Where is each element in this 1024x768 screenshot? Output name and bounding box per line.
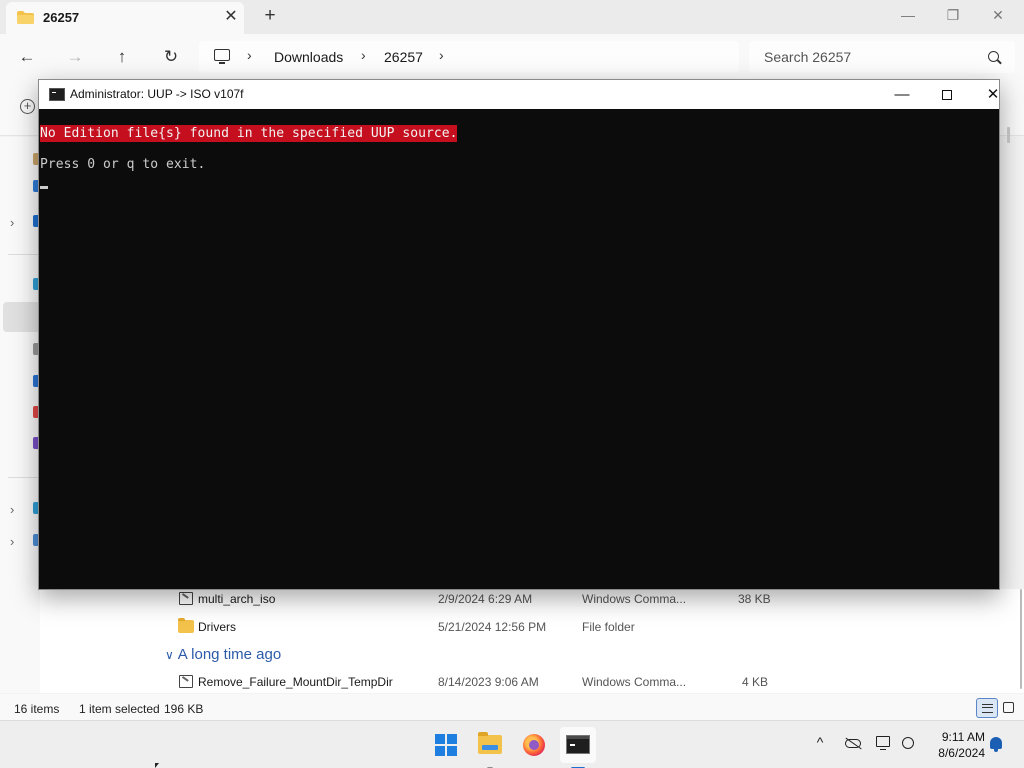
taskbar-file-explorer[interactable] [472,727,508,768]
search-icon[interactable] [988,51,999,62]
file-date: 2/9/2024 6:29 AM [438,592,533,606]
search-input[interactable]: Search 26257 [749,41,1015,73]
file-type: Windows Comma... [582,592,687,606]
address-bar-row: ← → ↑ ↻ › Downloads › 26257 › Search 262… [0,34,1024,80]
error-message: No Edition file{s} found in the specifie… [40,125,458,142]
folder-icon [178,618,194,633]
exit-prompt: Press 0 or q to exit. [40,157,206,172]
back-button[interactable]: ← [14,45,40,69]
cmd-close-button[interactable]: ✕ [978,82,1008,107]
cmd-window[interactable]: Administrator: UUP -> ISO v107f — ✕ No E… [38,79,1010,590]
breadcrumb-chevron-icon[interactable]: › [361,47,366,63]
breadcrumb-downloads[interactable]: Downloads [274,49,343,65]
cmd-file-icon [179,675,193,688]
details-view-button[interactable] [976,698,998,718]
status-bar: 16 items 1 item selected 196 KB [0,694,1024,720]
taskbar: ^ 9:11 AM 8/6/2024 [0,720,1024,768]
maximize-button[interactable]: ❐ [935,3,971,27]
cmd-scrollbar[interactable] [1007,127,1010,143]
breadcrumb[interactable]: › Downloads › 26257 › [199,41,739,73]
file-date: 8/14/2023 9:06 AM [438,675,539,689]
file-name[interactable]: Drivers [198,620,236,634]
file-name[interactable]: multi_arch_iso [198,592,275,606]
expand-chevron-icon[interactable]: › [10,534,14,549]
table-row[interactable]: multi_arch_iso 2/9/2024 6:29 AM Windows … [40,587,1024,613]
file-date: 5/21/2024 12:56 PM [438,620,547,634]
file-type: Windows Comma... [582,675,687,689]
onedrive-offline-icon[interactable] [845,739,861,748]
expand-chevron-icon[interactable]: › [10,502,14,517]
clock-date: 8/6/2024 [938,746,985,760]
file-size: 4 KB [741,675,768,689]
group-header-label: A long time ago [177,646,282,663]
taskbar-terminal[interactable] [560,727,596,768]
taskbar-firefox[interactable] [516,727,552,763]
selection-size: 196 KB [164,702,204,716]
volume-icon[interactable] [902,737,914,749]
file-type: File folder [582,620,635,634]
close-tab-icon[interactable]: ✕ [221,7,241,27]
clock[interactable]: 9:11 AM 8/6/2024 [925,729,985,761]
cmd-file-icon [179,592,193,605]
sidebar-divider [8,254,38,255]
up-button[interactable]: ↑ [109,45,135,69]
tiles-view-button[interactable] [998,698,1020,718]
terminal-icon [566,735,590,754]
breadcrumb-chevron-icon[interactable]: › [247,47,252,63]
desktop: 26257 ✕ + — ❐ ✕ ← → ↑ ↻ › Downloads › 26… [0,0,1024,768]
cmd-title-bar[interactable]: Administrator: UUP -> ISO v107f — ✕ [39,80,999,109]
file-explorer-icon [478,732,502,754]
selection-count: 1 item selected [79,702,160,716]
show-hidden-icons-chevron-icon[interactable]: ^ [811,734,829,752]
tiles-view-icon [1003,702,1014,713]
clock-time: 9:11 AM [941,730,985,744]
file-list: multi_arch_iso 2/9/2024 6:29 AM Windows … [40,589,1024,693]
new-tab-button[interactable]: + [260,6,280,26]
search-placeholder: Search 26257 [764,49,852,65]
expand-chevron-icon[interactable]: › [10,215,14,230]
new-item-icon[interactable]: + [20,99,35,114]
start-button[interactable] [428,727,464,763]
start-icon [435,734,457,756]
table-row[interactable]: Remove_Failure_MountDir_TempDir 8/14/202… [40,670,1024,696]
vertical-scrollbar[interactable] [1020,589,1022,689]
explorer-tab-bar: 26257 ✕ + — ❐ ✕ [0,0,1024,34]
cmd-app-icon [49,88,65,101]
maximize-icon [942,90,952,100]
item-count: 16 items [14,702,60,716]
cmd-window-title: Administrator: UUP -> ISO v107f [70,87,244,101]
sidebar-divider [8,477,38,478]
breadcrumb-chevron-icon[interactable]: › [439,47,444,63]
refresh-button[interactable]: ↻ [158,45,184,69]
table-row[interactable]: Drivers 5/21/2024 12:56 PM File folder [40,615,1024,641]
close-window-button[interactable]: ✕ [980,3,1016,27]
breadcrumb-26257[interactable]: 26257 [384,49,423,65]
mouse-pointer-icon [155,763,159,768]
firefox-icon [523,734,545,756]
console-output[interactable]: No Edition file{s} found in the specifie… [39,109,999,589]
cmd-maximize-button[interactable] [932,82,962,107]
sidebar-item-selected[interactable] [3,302,40,332]
text-cursor [40,186,48,189]
forward-button[interactable]: → [62,45,88,69]
group-header[interactable]: ∨ A long time ago [165,646,281,663]
network-icon[interactable] [876,736,890,751]
file-size: 38 KB [738,592,771,606]
tab-title: 26257 [43,10,80,25]
folder-icon [17,11,34,24]
file-name[interactable]: Remove_Failure_MountDir_TempDir [198,675,393,689]
this-pc-icon[interactable] [214,49,230,64]
chevron-down-icon[interactable]: ∨ [165,648,174,662]
navigation-pane: › › › [0,137,40,693]
minimize-button[interactable]: — [890,3,926,27]
cmd-minimize-button[interactable]: — [887,82,917,107]
list-view-icon [982,704,993,713]
tab-26257[interactable]: 26257 ✕ [6,2,244,34]
notification-bell-icon[interactable] [990,737,1002,752]
